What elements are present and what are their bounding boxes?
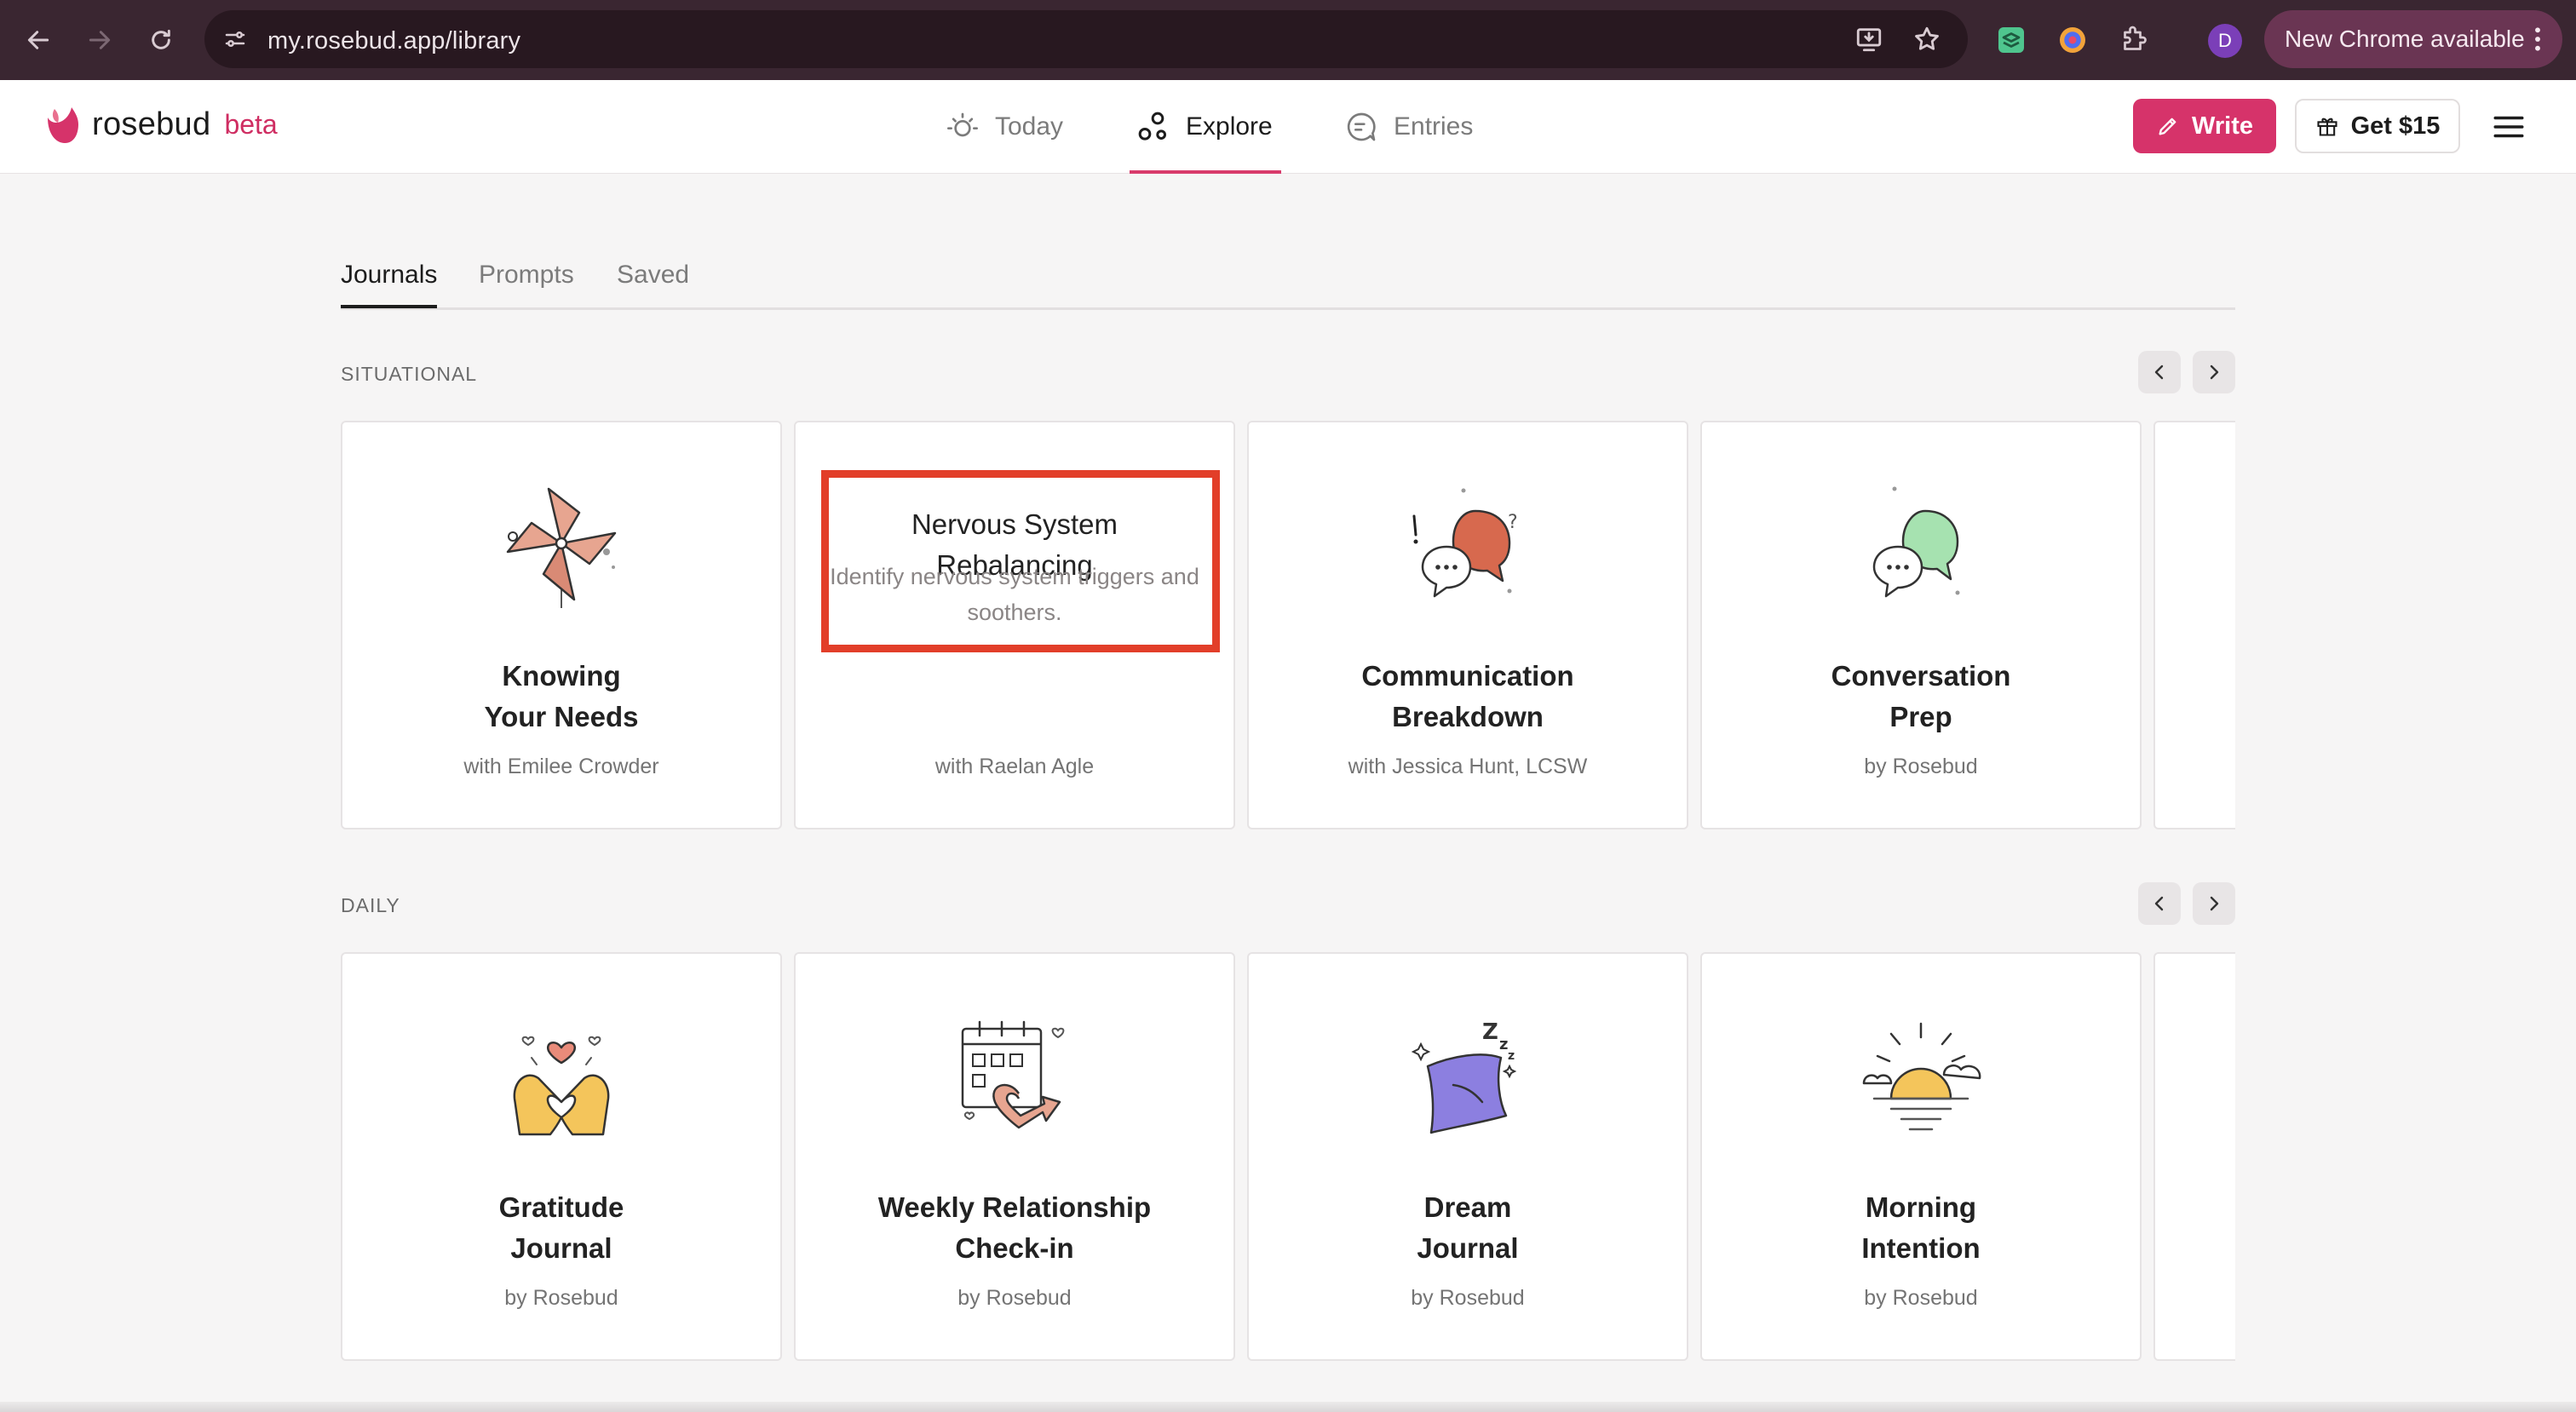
url-text[interactable]: my.rosebud.app/library [267,27,520,55]
referral-button[interactable]: Get $15 [2295,99,2460,153]
tab-saved[interactable]: Saved [617,261,689,290]
nav-entries-label: Entries [1394,112,1474,141]
journal-card-partial[interactable] [2153,952,2235,1361]
journal-card-partial[interactable] [2153,421,2235,829]
heart-hands-icon [342,1013,780,1141]
write-button[interactable]: Write [2133,99,2276,153]
nav-explore-label: Explore [1186,112,1273,141]
card-title: Dream Journal [1417,1191,1519,1264]
card-author: by Rosebud [1864,1286,1978,1310]
journal-card-hovered[interactable]: Nervous System Rebalancing Identify nerv… [794,421,1235,829]
card-author: with Raelan Agle [934,755,1095,778]
annotation-highlight-box [821,470,1220,652]
svg-text:Z: Z [1482,1019,1498,1045]
extensions-puzzle-icon[interactable] [2114,20,2153,60]
chat-bubbles-icon [1702,482,2140,610]
gift-icon [2315,114,2339,138]
nav-today-label: Today [995,112,1064,141]
tab-prompts[interactable]: Prompts [479,261,574,290]
journal-card[interactable]: Z z z Dream Journal by Rosebud [1247,952,1688,1361]
chevron-right-icon [2210,364,2219,380]
card-author: by Rosebud [1411,1286,1525,1310]
back-icon[interactable] [17,19,60,61]
pillow-sleep-icon: Z z z [1249,1013,1687,1141]
situational-next-button[interactable] [2193,351,2235,393]
card-title: Communication Breakdown [1361,660,1574,732]
beta-label: beta [224,108,278,140]
write-label: Write [2192,112,2253,140]
tab-journals[interactable]: Journals [341,261,438,308]
reload-icon[interactable] [140,19,182,61]
sun-icon [946,110,980,144]
install-app-icon[interactable] [1852,22,1886,56]
card-title: Conversation Prep [1831,660,2011,732]
journal-card[interactable]: Gratitude Journal by Rosebud [341,952,782,1361]
site-settings-icon[interactable] [218,22,252,56]
bookmark-star-icon[interactable] [1910,22,1944,56]
extension-color-icon[interactable] [2053,20,2092,60]
card-title: Weekly Relationship Check-in [877,1191,1152,1264]
pinwheel-icon [342,482,780,610]
chevron-right-icon [2210,896,2219,911]
svg-text:z: z [1508,1049,1515,1063]
explore-icon [1136,110,1170,144]
nav-explore[interactable]: Explore [1130,80,1281,174]
logo[interactable]: rosebud beta [44,104,278,145]
card-author: by Rosebud [1864,755,1978,778]
situational-prev-button[interactable] [2138,351,2181,393]
situational-carousel: Knowing Your Needs with Emilee Crowder N… [341,421,2235,829]
card-title: Morning Intention [1861,1191,1981,1264]
library-tabs: Journals Prompts Saved [341,247,2235,310]
daily-carousel: Gratitude Journal by Rosebud Weekly Rela… [341,952,2235,1361]
new-chrome-button[interactable]: New Chrome available [2264,10,2562,68]
browser-toolbar: my.rosebud.app/library D New Chrome avai… [0,0,2576,80]
card-title: Gratitude Journal [498,1191,624,1264]
journal-card[interactable]: Morning Intention by Rosebud [1700,952,2142,1361]
window-bottom-edge [0,1402,2576,1412]
extension-layers-icon[interactable] [1992,20,2031,60]
section-label-situational: SITUATIONAL [341,363,478,385]
card-title: Knowing Your Needs [484,660,639,732]
referral-label: Get $15 [2350,112,2441,140]
speech-bubbles-icon: ? [1249,482,1687,610]
journal-card[interactable]: Knowing Your Needs with Emilee Crowder [341,421,782,829]
journal-card[interactable]: Weekly Relationship Check-in by Rosebud [794,952,1235,1361]
nav-entries[interactable]: Entries [1344,80,1473,174]
chevron-left-icon [2154,364,2164,380]
daily-prev-button[interactable] [2138,882,2181,925]
brand-name: rosebud [92,106,211,142]
pencil-icon [2156,114,2180,138]
card-author: by Rosebud [504,1286,618,1310]
entries-icon [1344,110,1378,144]
svg-text:z: z [1499,1036,1508,1053]
card-author: with Jessica Hunt, LCSW [1348,755,1588,778]
chevron-left-icon [2154,896,2164,911]
nav-today[interactable]: Today [946,80,1063,174]
new-chrome-label: New Chrome available [2285,26,2525,52]
hamburger-menu-icon[interactable] [2491,109,2527,145]
section-label-daily: DAILY [341,894,400,916]
address-bar[interactable]: my.rosebud.app/library [204,10,1968,68]
card-author: by Rosebud [957,1286,1072,1310]
more-vertical-icon[interactable] [2533,26,2542,59]
app-header: rosebud beta Today Explore Entries Write… [0,80,2576,174]
card-author: with Emilee Crowder [463,755,659,778]
sunrise-icon [1702,1013,2140,1141]
rosebud-logo-icon [48,107,78,143]
calendar-heart-icon [796,1013,1233,1141]
journal-card[interactable]: ? Communication Breakdown with Jessica H… [1247,421,1688,829]
forward-icon[interactable] [78,19,121,61]
daily-next-button[interactable] [2193,882,2235,925]
profile-avatar[interactable]: D [2208,24,2242,58]
journal-card[interactable]: Conversation Prep by Rosebud [1700,421,2142,829]
svg-text:?: ? [1508,512,1518,533]
